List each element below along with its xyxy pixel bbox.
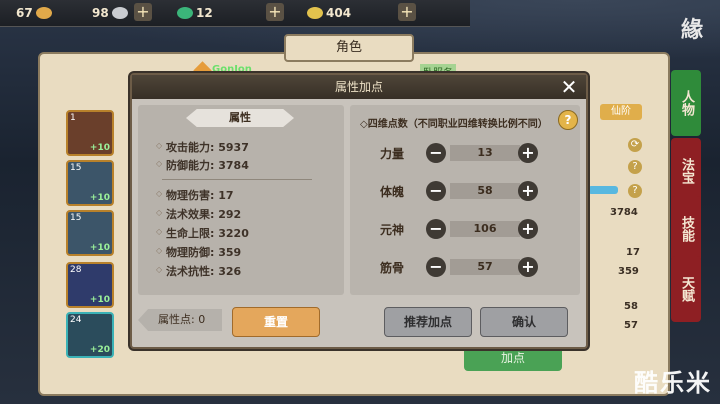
stats-title: 属性 — [186, 109, 294, 127]
jade-icon — [177, 7, 193, 19]
background-stat: 17 — [626, 247, 640, 258]
silver-resource: 98 — [92, 4, 131, 22]
close-button[interactable]: ✕ — [558, 76, 580, 98]
spirit-minus-button[interactable]: − — [426, 219, 446, 239]
divider — [162, 179, 312, 180]
watermark: 酷乐米 — [634, 369, 712, 397]
slot-level: 1 — [70, 113, 76, 123]
attributes-pane: ◇四维点数（不同职业四维转换比例不同） ? 力量 − 13 + 体魄 − 58 … — [350, 105, 580, 295]
slot-bonus: +10 — [89, 143, 110, 153]
bone-minus-button[interactable]: − — [426, 257, 446, 277]
slot-bonus: +10 — [89, 243, 110, 253]
background-stat: 58 — [624, 301, 638, 312]
stat-max-hp: 生命上限: 3220 — [156, 225, 249, 241]
gold-resource: 67 — [16, 4, 55, 22]
attr-spirit-label: 元神 — [380, 223, 405, 237]
confirm-button[interactable]: 确认 — [480, 307, 568, 337]
stat-physical-defense: 物理防御: 359 — [156, 244, 241, 260]
background-stat: 57 — [624, 320, 638, 331]
progress-bar — [588, 186, 618, 194]
attribute-modal: 属性加点 ✕ 属性 攻击能力: 5937 防御能力: 3784 物理伤害: 17… — [130, 73, 588, 349]
equipment-slot-hat[interactable]: 15 +10 — [66, 160, 114, 206]
slot-bonus: +20 — [89, 345, 110, 355]
slot-level: 28 — [70, 265, 82, 275]
help-icon[interactable]: ? — [628, 184, 642, 198]
slot-level: 15 — [70, 163, 82, 173]
attribute-points: 属性点: 0 — [138, 309, 222, 331]
jade-value: 12 — [196, 6, 213, 20]
physique-value: 58 — [450, 183, 520, 199]
panel-title: 角色 — [284, 34, 414, 62]
coin-resource: 404 — [304, 4, 351, 22]
stats-pane: 属性 攻击能力: 5937 防御能力: 3784 物理伤害: 17 法术效果: … — [138, 105, 344, 295]
gold-value: 67 — [16, 6, 33, 20]
equipment-slot-armor[interactable]: 15 +10 — [66, 210, 114, 256]
tab-treasure[interactable]: 法宝 — [671, 138, 701, 204]
help-button[interactable]: ? — [558, 110, 578, 130]
immortal-rank-button[interactable]: 仙阶 — [600, 104, 642, 120]
stat-defense: 防御能力: 3784 — [156, 157, 249, 173]
spirit-plus-button[interactable]: + — [518, 219, 538, 239]
stat-physical-damage: 物理伤害: 17 — [156, 187, 233, 203]
strength-value: 13 — [450, 145, 520, 161]
resource-bar: 67 98 + 12 + 404 + — [0, 0, 470, 27]
gold-ingot-icon — [35, 7, 52, 19]
help-icon[interactable]: ? — [628, 160, 642, 174]
equipment-slot-weapon[interactable]: 1 +10 — [66, 110, 114, 156]
spirit-value: 106 — [450, 221, 520, 237]
attr-bone-label: 筋骨 — [380, 261, 405, 275]
slot-level: 24 — [70, 315, 82, 325]
silver-value: 98 — [92, 6, 109, 20]
bone-plus-button[interactable]: + — [518, 257, 538, 277]
stat-magic-effect: 法术效果: 292 — [156, 206, 241, 222]
add-jade-button[interactable]: + — [266, 3, 284, 21]
add-silver-button[interactable]: + — [134, 3, 152, 21]
bone-value: 57 — [450, 259, 520, 275]
equipment-slot-accessory[interactable]: 24 +20 — [66, 312, 114, 358]
coin-icon — [307, 7, 323, 19]
tab-character[interactable]: 人物 — [671, 70, 701, 136]
slot-bonus: +10 — [89, 193, 110, 203]
modal-title: 属性加点 — [132, 75, 586, 99]
jade-resource: 12 — [174, 4, 213, 22]
silver-ingot-icon — [111, 7, 128, 19]
slot-bonus: +10 — [89, 295, 110, 305]
recommend-points-button[interactable]: 推荐加点 — [384, 307, 472, 337]
coin-value: 404 — [326, 6, 352, 20]
physique-plus-button[interactable]: + — [518, 181, 538, 201]
slot-level: 15 — [70, 213, 82, 223]
background-stat: 3784 — [610, 207, 638, 218]
physique-minus-button[interactable]: − — [426, 181, 446, 201]
game-seal-logo: 緣 — [680, 17, 703, 43]
four-dim-title: ◇四维点数（不同职业四维转换比例不同） — [360, 119, 548, 130]
strength-minus-button[interactable]: − — [426, 143, 446, 163]
tab-talent[interactable]: 天赋 — [671, 256, 701, 322]
tab-skills[interactable]: 技能 — [671, 196, 701, 262]
stat-magic-resist: 法术抗性: 326 — [156, 263, 241, 279]
stat-attack: 攻击能力: 5937 — [156, 139, 249, 155]
attr-strength-label: 力量 — [380, 147, 405, 161]
refresh-icon[interactable]: ⟳ — [628, 138, 642, 152]
equipment-slot-pants[interactable]: 28 +10 — [66, 262, 114, 308]
attr-physique-label: 体魄 — [380, 185, 405, 199]
reset-button[interactable]: 重置 — [232, 307, 320, 337]
background-stat: 359 — [618, 266, 639, 277]
add-coin-button[interactable]: + — [398, 3, 416, 21]
strength-plus-button[interactable]: + — [518, 143, 538, 163]
